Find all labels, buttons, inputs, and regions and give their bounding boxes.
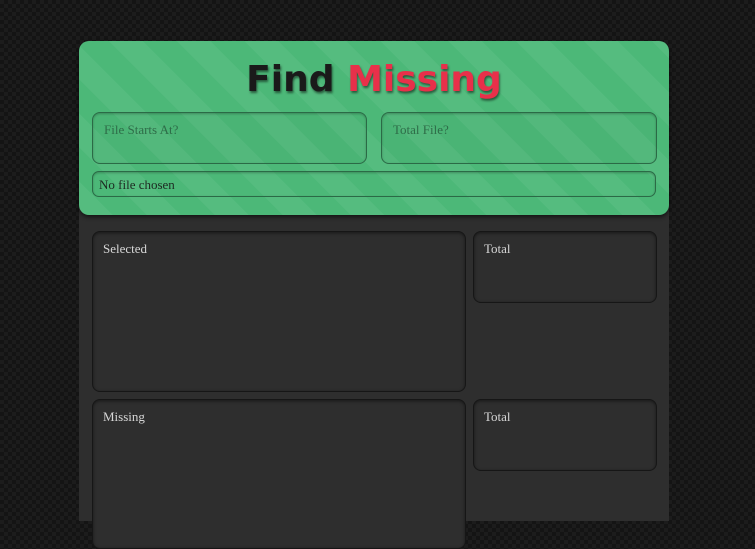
selected-total-box[interactable]: Total [473,231,657,303]
selected-label: Selected [103,241,148,256]
missing-textarea[interactable]: Missing [92,399,466,549]
title-word-missing: Missing [347,59,502,100]
app-container: Find Missing File Starts At? Total File?… [79,41,669,549]
selected-total-label: Total [484,241,511,256]
total-file-placeholder: Total File? [393,122,449,137]
missing-label: Missing [103,409,145,424]
total-file-input[interactable]: Total File? [381,112,657,164]
title-word-find: Find [246,59,335,100]
file-chooser-status: No file chosen [99,177,175,192]
file-starts-at-input[interactable]: File Starts At? [92,112,367,164]
header-panel: Find Missing File Starts At? Total File?… [79,41,669,215]
missing-total-label: Total [484,409,511,424]
missing-total-box[interactable]: Total [473,399,657,471]
file-chooser-input[interactable]: No file chosen [92,171,656,197]
page-title: Find Missing [79,59,669,100]
file-starts-at-placeholder: File Starts At? [104,122,179,137]
selected-textarea[interactable]: Selected [92,231,466,392]
